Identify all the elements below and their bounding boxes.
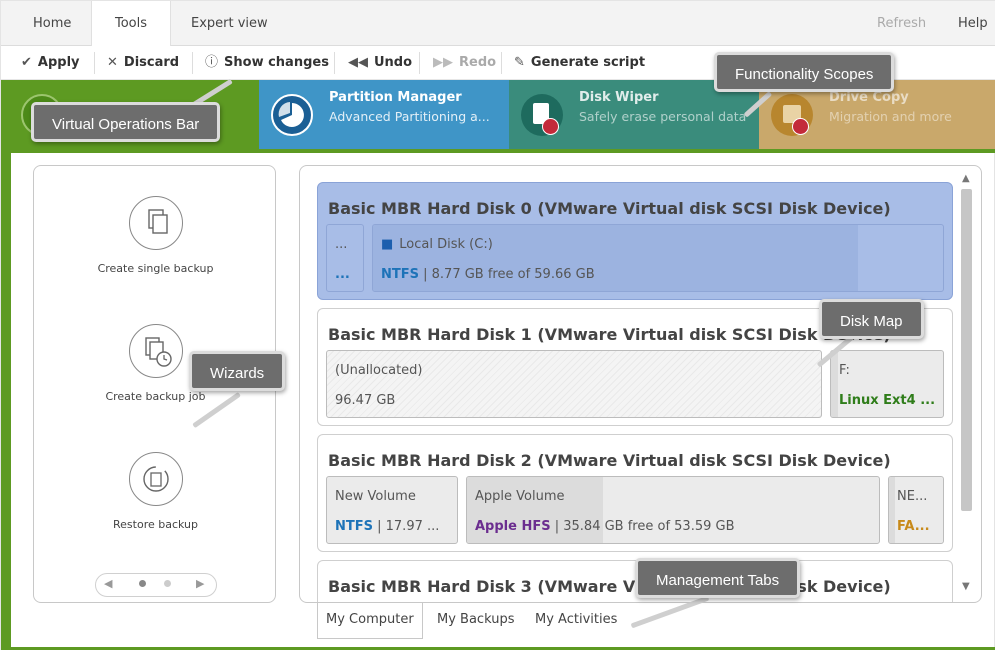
apply-button[interactable]: ✔ Apply bbox=[21, 46, 80, 80]
checkmark-icon: ✔ bbox=[21, 55, 32, 70]
scope-title: Disk Wiper bbox=[579, 90, 659, 105]
menu-tab-tools[interactable]: Tools bbox=[91, 1, 171, 47]
undo-icon: ◀◀ bbox=[348, 55, 368, 70]
wizard-label: Create single backup bbox=[97, 262, 214, 275]
discard-button[interactable]: ✕ Discard bbox=[107, 46, 179, 80]
copy-pages-icon bbox=[128, 196, 183, 250]
help-button[interactable]: Help bbox=[958, 1, 988, 46]
redo-button[interactable]: ▶▶ Redo bbox=[433, 46, 496, 80]
frame-border-left bbox=[1, 149, 11, 650]
scheduled-backup-icon bbox=[128, 324, 183, 378]
menu-bar: Home Tools Expert view Refresh Help bbox=[1, 1, 995, 47]
tab-my-backups[interactable]: My Backups bbox=[437, 603, 514, 639]
callout-wizards: Wizards bbox=[189, 351, 286, 391]
partition-item[interactable]: New Volume NTFS | 17.97 ... bbox=[326, 476, 458, 544]
menu-tab-home[interactable]: Home bbox=[33, 1, 71, 46]
generate-script-button[interactable]: ✎ Generate script bbox=[514, 46, 645, 80]
menu-tab-expert-view[interactable]: Expert view bbox=[191, 1, 268, 46]
tab-my-computer[interactable]: My Computer bbox=[317, 603, 423, 639]
show-changes-button[interactable]: ⓘ Show changes bbox=[205, 46, 329, 80]
scope-title: Partition Manager bbox=[329, 90, 462, 105]
disk-2[interactable]: Basic MBR Hard Disk 2 (VMware Virtual di… bbox=[317, 434, 953, 552]
callout-disk-map: Disk Map bbox=[819, 299, 924, 339]
disk-title: Basic MBR Hard Disk 2 (VMware Virtual di… bbox=[328, 451, 891, 470]
wizard-create-single-backup[interactable]: Create single backup bbox=[34, 196, 277, 275]
scrollbar-thumb[interactable] bbox=[961, 189, 972, 511]
chevron-right-icon[interactable]: ▶ bbox=[196, 577, 204, 590]
windows-icon: ■ bbox=[381, 237, 394, 252]
callout-management-tabs: Management Tabs bbox=[635, 558, 801, 598]
scope-subtitle: Advanced Partitioning a... bbox=[329, 109, 490, 124]
lock-icon bbox=[542, 118, 559, 135]
edit-script-icon: ✎ bbox=[514, 55, 525, 70]
disk-title: Basic MBR Hard Disk 0 (VMware Virtual di… bbox=[328, 199, 891, 218]
lock-icon bbox=[792, 118, 809, 135]
callout-virtual-operations-bar: Virtual Operations Bar bbox=[31, 102, 221, 142]
pie-chart-icon bbox=[271, 94, 313, 136]
scope-subtitle: Safely erase personal data bbox=[579, 109, 747, 124]
disk-map: Basic MBR Hard Disk 0 (VMware Virtual di… bbox=[299, 165, 982, 603]
chevron-left-icon[interactable]: ◀ bbox=[104, 577, 112, 590]
disk-0[interactable]: Basic MBR Hard Disk 0 (VMware Virtual di… bbox=[317, 182, 953, 300]
pager-dot[interactable] bbox=[164, 580, 171, 587]
wizard-pager: ◀ ▶ bbox=[95, 573, 217, 597]
chevron-down-icon[interactable]: ▼ bbox=[962, 581, 970, 592]
refresh-button[interactable]: Refresh bbox=[877, 1, 926, 46]
callout-functionality-scopes: Functionality Scopes bbox=[714, 52, 895, 92]
pager-dot-active[interactable] bbox=[139, 580, 146, 587]
partition-item[interactable]: F: Linux Ext4 ... bbox=[830, 350, 944, 418]
disk-map-scrollbar[interactable]: ▲ ▼ bbox=[959, 171, 975, 597]
partition-item[interactable]: (Unallocated) 96.47 GB bbox=[326, 350, 822, 418]
disk-title: Basic MBR Hard Disk 3 (VMware Virtual di… bbox=[328, 577, 891, 596]
undo-button[interactable]: ◀◀ Undo bbox=[348, 46, 412, 80]
restore-icon bbox=[128, 452, 183, 506]
partition-item[interactable]: ■ Local Disk (C:) NTFS | 8.77 GB free of … bbox=[372, 224, 944, 292]
scope-partition-manager[interactable]: Partition Manager Advanced Partitioning … bbox=[259, 80, 509, 149]
tab-my-activities[interactable]: My Activities bbox=[535, 603, 617, 639]
wizard-restore-backup[interactable]: Restore backup bbox=[34, 452, 277, 531]
scope-subtitle: Migration and more bbox=[829, 109, 952, 124]
close-icon: ✕ bbox=[107, 55, 118, 70]
app-window: Home Tools Expert view Refresh Help ✔ App… bbox=[0, 0, 995, 650]
partition-item[interactable]: ... ... bbox=[326, 224, 364, 292]
scope-underline bbox=[1, 149, 995, 153]
info-icon: ⓘ bbox=[205, 55, 219, 70]
wizard-label: Restore backup bbox=[113, 518, 198, 531]
redo-icon: ▶▶ bbox=[433, 55, 453, 70]
chevron-up-icon[interactable]: ▲ bbox=[962, 173, 970, 184]
partition-item[interactable]: Apple Volume Apple HFS | 35.84 GB free o… bbox=[466, 476, 880, 544]
partition-item[interactable]: NE... FA... bbox=[888, 476, 944, 544]
disk-title: Basic MBR Hard Disk 1 (VMware Virtual di… bbox=[328, 325, 891, 344]
